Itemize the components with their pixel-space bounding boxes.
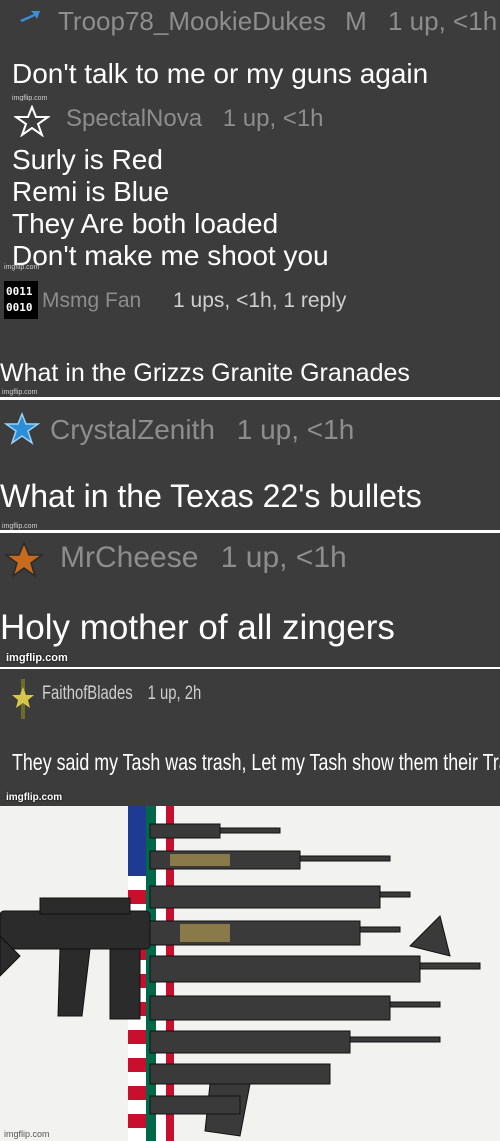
comment-text: Don't talk to me or my guns again bbox=[12, 58, 429, 89]
blue-star-icon bbox=[4, 412, 40, 445]
comment-meta: 1 up, <1h bbox=[222, 105, 324, 132]
rifles-image: imgflip.com bbox=[0, 806, 500, 1141]
watermark: imgflip.com bbox=[4, 1129, 50, 1139]
watermark: imgflip.com bbox=[6, 652, 68, 664]
comment-header: CrystalZenith 1 up, <1h bbox=[50, 414, 354, 446]
comment-text: What in the Grizzs Granite Granades bbox=[0, 359, 410, 387]
avatar-line: 0011 bbox=[6, 285, 33, 298]
rifles-drawing bbox=[0, 823, 481, 1137]
star-icon bbox=[14, 105, 50, 137]
username-link[interactable]: CrystalZenith bbox=[50, 414, 215, 445]
comment-header: Troop78_MookieDukes M 1 up, <1h bbox=[58, 6, 497, 37]
comment-header: Msmg Fan 1 ups, <1h, 1 reply bbox=[42, 289, 346, 313]
comment-2: SpectalNova 1 up, <1h Surly is Red Remi … bbox=[0, 101, 500, 271]
comment-3: 0011 0010 Msmg Fan 1 ups, <1h, 1 reply W… bbox=[0, 271, 500, 397]
comment-meta: 1 up, 2h bbox=[147, 683, 202, 704]
watermark: imgflip.com bbox=[2, 523, 38, 530]
comment-4: CrystalZenith 1 up, <1h What in the Texa… bbox=[0, 400, 500, 530]
yellow-star-icon bbox=[12, 679, 34, 719]
comment-text: They said my Tash was trash, Let my Tash… bbox=[12, 749, 500, 775]
comment-line: They Are both loaded bbox=[12, 208, 279, 239]
comment-line: Remi is Blue bbox=[12, 176, 170, 207]
comment-header: MrCheese 1 up, <1h bbox=[60, 541, 347, 575]
binary-avatar-icon: 0011 0010 bbox=[4, 281, 38, 319]
comment-line: Surly is Red bbox=[12, 144, 163, 175]
comment-header: FaithofBlades 1 up, 2h bbox=[42, 683, 201, 705]
comment-header: SpectalNova 1 up, <1h bbox=[66, 105, 324, 133]
comment-text: Holy mother of all zingers bbox=[0, 608, 395, 647]
mod-badge: M bbox=[345, 6, 367, 36]
comment-meta: 1 up, <1h bbox=[236, 414, 355, 445]
arrow-icon bbox=[20, 11, 40, 22]
username-link[interactable]: SpectalNova bbox=[66, 105, 202, 132]
watermark: imgflip.com bbox=[6, 792, 63, 803]
comment-5: MrCheese 1 up, <1h Holy mother of all zi… bbox=[0, 533, 500, 667]
watermark: imgflip.com bbox=[2, 389, 38, 396]
watermark: imgflip.com bbox=[4, 264, 40, 271]
rifle-left bbox=[0, 897, 151, 1020]
comment-meta: 1 up, <1h bbox=[388, 6, 498, 36]
avatar-line: 0010 bbox=[6, 301, 33, 314]
username-link[interactable]: Troop78_MookieDukes bbox=[58, 6, 326, 36]
comment-1: Troop78_MookieDukes M 1 up, <1h Don't ta… bbox=[0, 0, 500, 101]
username-link[interactable]: MrCheese bbox=[60, 541, 198, 574]
orange-star-icon bbox=[4, 541, 44, 578]
comment-text: What in the Texas 22's bullets bbox=[0, 478, 422, 514]
username-link[interactable]: Msmg Fan bbox=[42, 289, 141, 312]
comment-meta: 1 up, <1h bbox=[220, 541, 347, 574]
comment-line: Don't make me shoot you bbox=[12, 240, 329, 271]
rifle-stack bbox=[149, 823, 481, 1137]
comment-meta: 1 ups, <1h, 1 reply bbox=[173, 289, 347, 312]
comment-6: FaithofBlades 1 up, 2h They said my Tash… bbox=[0, 667, 500, 808]
username-link[interactable]: FaithofBlades bbox=[42, 683, 133, 704]
